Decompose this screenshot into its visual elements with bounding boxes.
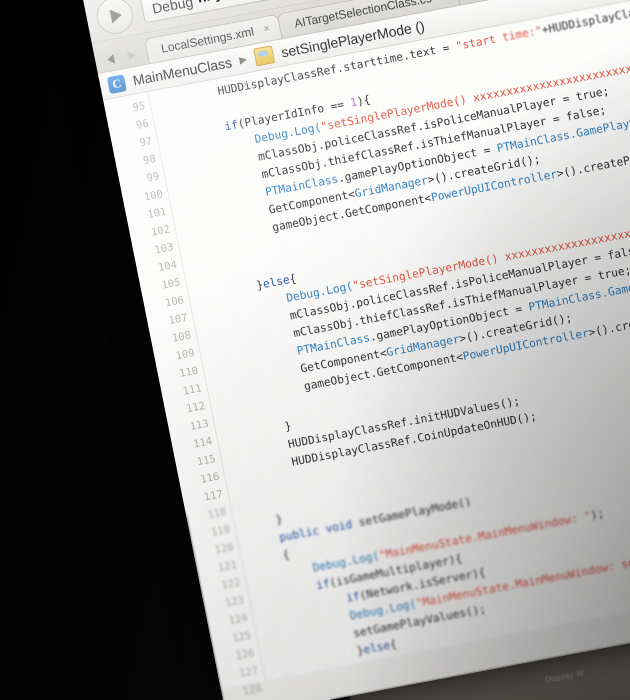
nav-back-icon[interactable]: [106, 53, 116, 65]
code-token: else: [261, 273, 291, 291]
configuration-value: Debug: [150, 0, 195, 17]
code-editor[interactable]: 95 96 97 98 99 100 101 102 103 104 105 106 107 108 109…: [103, 0, 630, 698]
code-token: ){: [355, 93, 372, 109]
play-icon: [109, 7, 124, 24]
close-icon[interactable]: ×: [440, 0, 449, 2]
method-icon: [253, 45, 276, 67]
nav-forward-icon[interactable]: [127, 49, 136, 62]
photo-backdrop: Display W Debug LocalSettings.xml × AITa…: [0, 0, 630, 700]
code-token: {: [288, 271, 298, 286]
chevron-right-icon: ▶: [238, 53, 249, 66]
code-token: }: [283, 679, 372, 680]
code-token: else: [362, 638, 392, 657]
class-icon: C: [106, 73, 127, 94]
code-token: );: [589, 506, 606, 523]
close-icon[interactable]: ×: [262, 22, 271, 35]
code-token: {: [388, 637, 398, 652]
run-button[interactable]: [93, 0, 137, 37]
ide-window: Debug Default LocalSettings.xml ×: [78, 0, 630, 700]
